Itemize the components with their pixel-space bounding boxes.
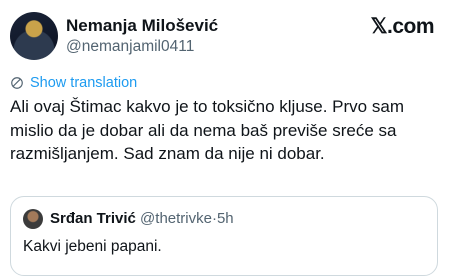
quoted-tweet[interactable]: Srđan Trivić @thetrivke·5h Kakvi jebeni …: [10, 196, 438, 276]
x-logo: 𝕏.com: [370, 15, 435, 38]
quoted-name[interactable]: Srđan Trivić: [50, 210, 136, 227]
show-translation-link[interactable]: Show translation: [10, 75, 137, 91]
quoted-time[interactable]: 5h: [217, 210, 234, 227]
author-avatar[interactable]: [10, 12, 58, 60]
quoted-avatar[interactable]: [23, 209, 43, 229]
globe-icon: [11, 77, 23, 89]
author-handle[interactable]: @nemanjamil0411: [66, 38, 194, 56]
quoted-handle[interactable]: @thetrivke: [140, 210, 212, 227]
quoted-text: Kakvi jebeni papani.: [23, 238, 162, 255]
quoted-header: Srđan Trivić @thetrivke·5h: [50, 210, 234, 227]
tweet-text: Ali ovaj Štimac kakvo je to toksično klj…: [10, 97, 404, 163]
author-name[interactable]: Nemanja Milošević: [66, 16, 218, 36]
show-translation-label: Show translation: [30, 75, 138, 91]
